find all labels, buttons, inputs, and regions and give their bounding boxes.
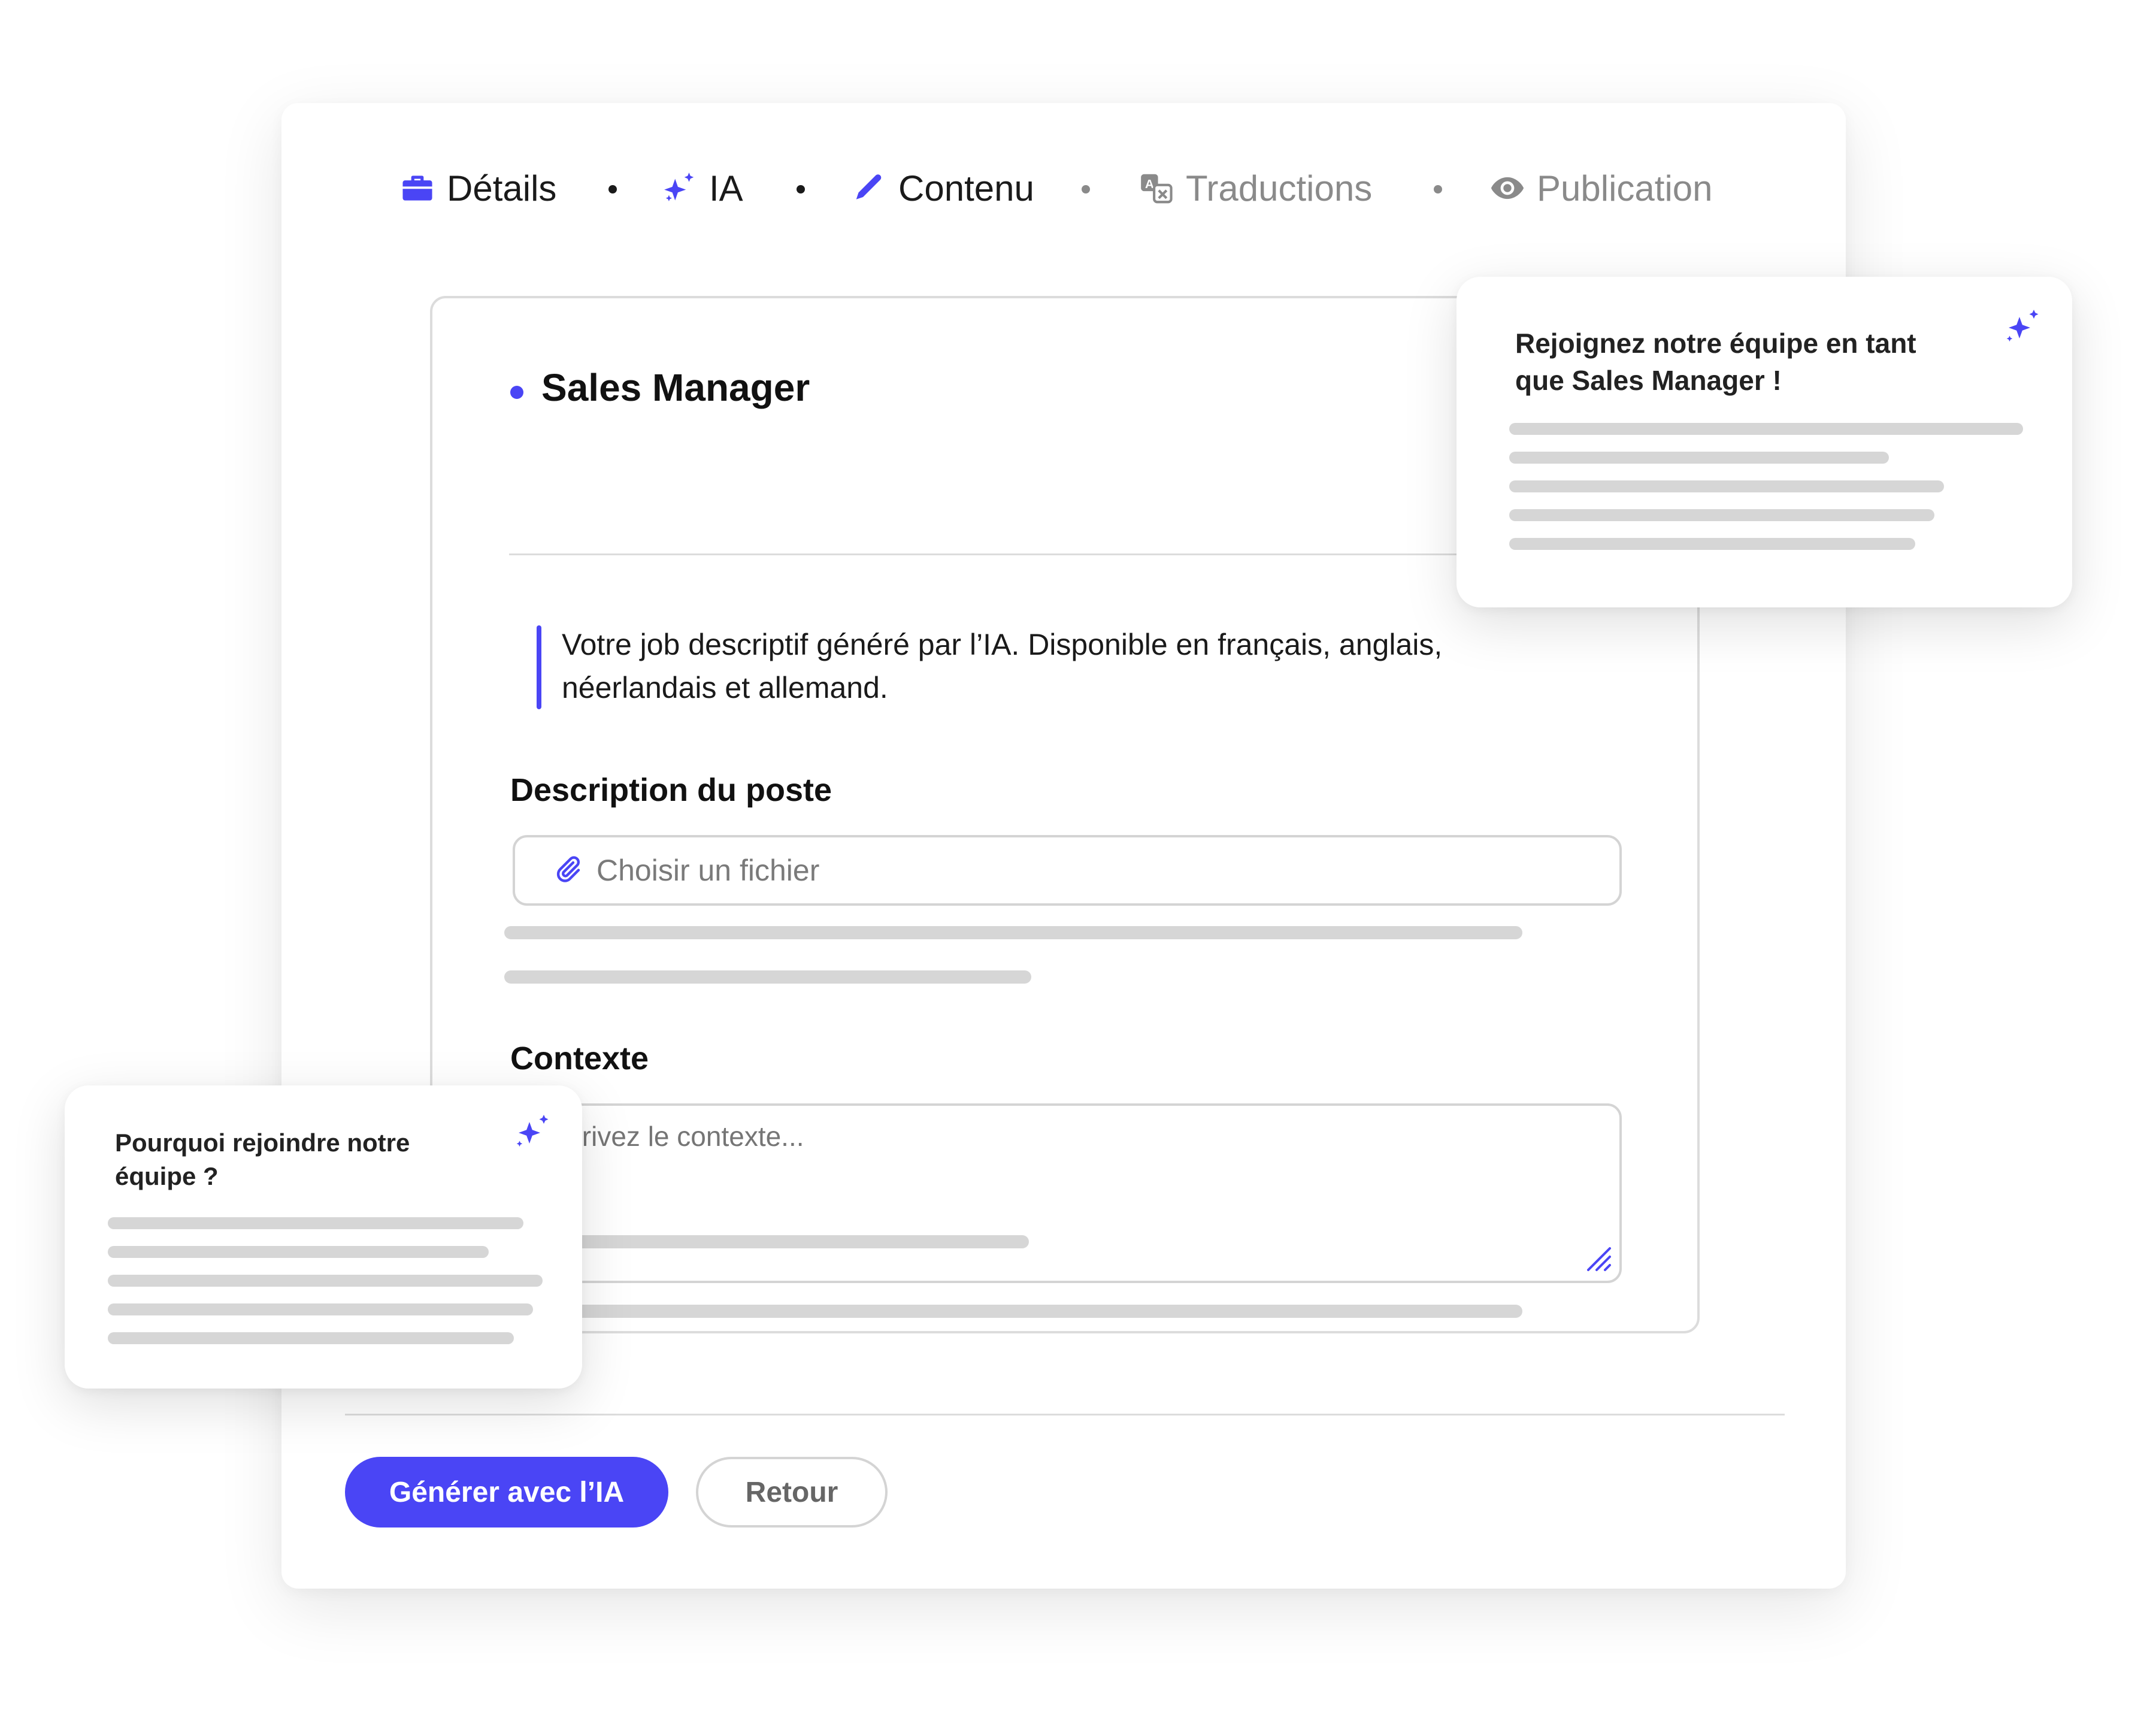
card-title: Pourquoi rejoindre notre équipe ?	[115, 1129, 410, 1190]
skeleton-line	[504, 926, 1522, 939]
skeleton-line	[108, 1275, 543, 1287]
step-publication[interactable]: Publication	[1489, 163, 1713, 213]
pencil-icon	[850, 170, 888, 207]
skeleton-line	[504, 970, 1031, 984]
skeleton-line	[108, 1303, 533, 1315]
quote-bar	[537, 625, 541, 709]
step-label: Contenu	[898, 168, 1034, 208]
file-input[interactable]: Choisir un fichier	[513, 835, 1622, 906]
skeleton-line	[108, 1332, 514, 1344]
step-label: Détails	[447, 168, 557, 208]
skeleton-line	[1509, 538, 1915, 550]
generate-ai-button[interactable]: Générer avec l’IA	[345, 1457, 668, 1528]
context-label: Contexte	[510, 1040, 649, 1076]
footer-divider	[345, 1414, 1785, 1415]
step-label: Publication	[1537, 168, 1713, 208]
description-label: Description du poste	[510, 772, 832, 808]
step-contenu[interactable]: Contenu	[850, 163, 1034, 213]
step-separator	[797, 185, 805, 193]
svg-text:A: A	[1145, 177, 1154, 191]
skeleton-line	[1509, 509, 1934, 521]
skeleton-line	[108, 1246, 489, 1258]
translate-icon: A	[1138, 170, 1175, 207]
resize-handle-icon[interactable]	[1581, 1241, 1612, 1272]
skeleton-line	[1509, 480, 1944, 492]
ai-preview-card-why: Pourquoi rejoindre notre équipe ?	[65, 1085, 582, 1389]
sparkles-icon	[2001, 304, 2045, 347]
step-separator	[608, 185, 617, 193]
step-details[interactable]: Détails	[399, 163, 556, 213]
skeleton-line	[504, 1305, 1522, 1318]
step-label: Traductions	[1186, 168, 1373, 208]
briefcase-icon	[399, 170, 436, 207]
sparkles-icon	[661, 170, 698, 207]
skeleton-line	[108, 1217, 523, 1229]
skeleton-line	[1509, 423, 2023, 435]
step-traductions[interactable]: A Traductions	[1138, 163, 1372, 213]
info-text: Votre job descriptif généré par l’IA. Di…	[562, 628, 1443, 704]
paperclip-icon	[553, 855, 582, 887]
sparkles-icon	[511, 1109, 555, 1153]
step-separator	[1082, 185, 1090, 193]
context-textarea[interactable]	[513, 1103, 1622, 1283]
title-bullet	[510, 386, 523, 399]
card-title: Rejoignez notre équipe en tant que Sales…	[1515, 328, 1916, 396]
skeleton-line	[1509, 452, 1889, 464]
ai-preview-card-title: Rejoignez notre équipe en tant que Sales…	[1456, 277, 2072, 607]
step-ia[interactable]: IA	[661, 163, 743, 213]
job-title: Sales Manager	[541, 366, 810, 409]
stepper: Détails IA Contenu A Traductions Publica…	[281, 103, 1846, 283]
eye-icon	[1489, 170, 1526, 207]
step-label: IA	[709, 168, 743, 208]
file-placeholder: Choisir un fichier	[596, 854, 820, 887]
step-separator	[1434, 185, 1442, 193]
back-button[interactable]: Retour	[696, 1457, 888, 1528]
